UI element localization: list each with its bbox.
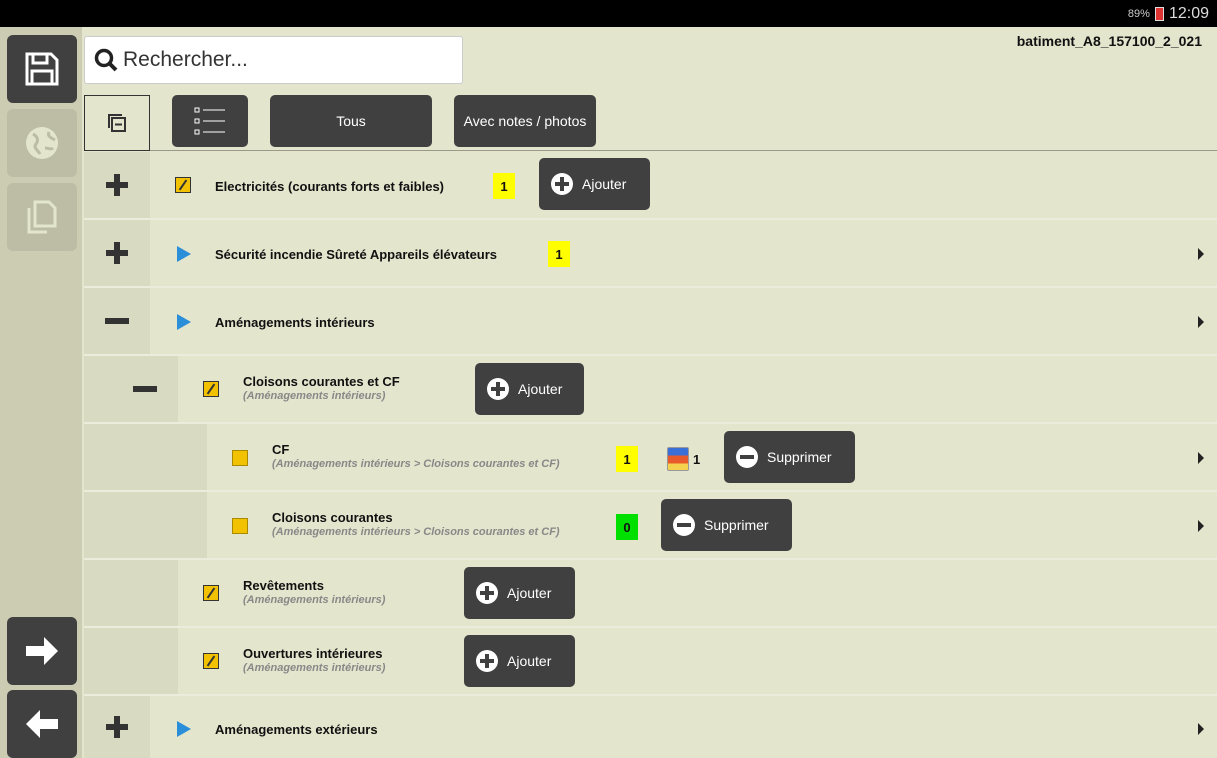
add-button[interactable]: Ajouter: [475, 363, 584, 415]
add-button-label: Ajouter: [518, 381, 563, 397]
list-item[interactable]: Cloisons courantes (Aménagements intérie…: [84, 492, 1217, 560]
filter-all-button[interactable]: Tous: [270, 95, 432, 147]
plus-circle-icon: [487, 378, 509, 400]
item-label: Aménagements intérieurs: [215, 315, 375, 330]
item-path: (Aménagements intérieurs > Cloisons cour…: [272, 458, 560, 470]
list-item[interactable]: Ouvertures intérieures (Aménagements int…: [84, 628, 1217, 696]
toolbar: Tous Avec notes / photos: [84, 95, 1217, 151]
count-badge: 0: [616, 514, 638, 540]
add-button-label: Ajouter: [507, 585, 552, 601]
item-path: (Aménagements intérieurs > Cloisons cour…: [272, 526, 560, 538]
globe-icon: [26, 127, 58, 159]
status-bar: 89% 12:09: [0, 0, 1217, 27]
copy-icon: [27, 200, 57, 234]
add-button[interactable]: Ajouter: [539, 158, 650, 210]
add-button[interactable]: Ajouter: [464, 635, 575, 687]
photo-count: 1: [693, 452, 701, 467]
globe-button[interactable]: [7, 109, 77, 177]
count-badge: 1: [616, 446, 638, 472]
copy-button[interactable]: [7, 183, 77, 251]
edit-icon: [203, 585, 219, 601]
minus-icon: [133, 386, 157, 392]
search-icon: [94, 48, 118, 72]
chevron-right-icon[interactable]: [1198, 723, 1204, 735]
delete-button[interactable]: Supprimer: [661, 499, 792, 551]
checkbox-icon: [232, 450, 248, 466]
battery-icon: [1154, 6, 1164, 21]
delete-button-label: Supprimer: [767, 449, 832, 465]
battery-level: 89%: [1127, 7, 1150, 20]
edit-icon: [203, 653, 219, 669]
chevron-right-icon[interactable]: [1198, 248, 1204, 260]
next-button[interactable]: [7, 617, 77, 685]
edit-icon: [203, 381, 219, 397]
file-name: batiment_A8_157100_2_021: [1016, 33, 1202, 49]
delete-button-label: Supprimer: [704, 517, 769, 533]
list-item[interactable]: Sécurité incendie Sûreté Appareils éléva…: [84, 220, 1217, 288]
plus-icon: [106, 174, 128, 196]
arrow-right-icon: [26, 637, 58, 665]
list-item[interactable]: Revêtements (Aménagements intérieurs) Aj…: [84, 560, 1217, 628]
plus-icon: [106, 716, 128, 738]
item-path: (Aménagements intérieurs): [243, 594, 386, 606]
list-item[interactable]: Aménagements intérieurs: [84, 288, 1217, 356]
expand-button[interactable]: [84, 220, 150, 286]
expand-button[interactable]: [84, 152, 150, 218]
list-item[interactable]: Electricités (courants forts et faibles)…: [84, 152, 1217, 220]
chevron-right-icon[interactable]: [1198, 452, 1204, 464]
left-sidebar: [0, 27, 82, 758]
item-label: Aménagements extérieurs: [215, 722, 378, 737]
item-label: Cloisons courantes: [272, 510, 393, 525]
arrow-left-icon: [26, 710, 58, 738]
item-path: (Aménagements intérieurs): [243, 390, 386, 402]
minus-circle-icon: [736, 446, 758, 468]
item-label: Cloisons courantes et CF: [243, 374, 400, 389]
list-view-button[interactable]: [172, 95, 248, 147]
expand-button[interactable]: [84, 696, 150, 758]
collapse-all-button[interactable]: [84, 95, 150, 151]
play-icon: [177, 721, 191, 737]
collapse-button[interactable]: [112, 356, 178, 422]
plus-circle-icon: [551, 173, 573, 195]
search-placeholder: Rechercher...: [123, 48, 248, 71]
chevron-right-icon[interactable]: [1198, 520, 1204, 532]
item-label: Ouvertures intérieures: [243, 646, 383, 661]
delete-button[interactable]: Supprimer: [724, 431, 855, 483]
list-item[interactable]: Aménagements extérieurs: [84, 696, 1217, 758]
save-icon: [25, 52, 59, 86]
item-label: Electricités (courants forts et faibles): [215, 179, 445, 194]
minus-icon: [105, 318, 129, 324]
plus-circle-icon: [476, 582, 498, 604]
edit-icon: [175, 177, 191, 193]
item-label: Sécurité incendie Sûreté Appareils éléva…: [215, 247, 498, 262]
list-item[interactable]: CF (Aménagements intérieurs > Cloisons c…: [84, 424, 1217, 492]
item-path: (Aménagements intérieurs): [243, 662, 386, 674]
checkbox-icon: [232, 518, 248, 534]
play-icon: [177, 246, 191, 262]
clock: 12:09: [1168, 4, 1209, 22]
add-button[interactable]: Ajouter: [464, 567, 575, 619]
chevron-right-icon[interactable]: [1198, 316, 1204, 328]
photo-icon: [667, 447, 689, 471]
collapse-icon: [108, 114, 126, 132]
minus-circle-icon: [673, 514, 695, 536]
count-badge: 1: [548, 241, 570, 267]
search-input[interactable]: Rechercher...: [84, 36, 463, 84]
plus-circle-icon: [476, 650, 498, 672]
save-button[interactable]: [7, 35, 77, 103]
add-button-label: Ajouter: [582, 176, 627, 192]
count-badge: 1: [493, 173, 515, 199]
item-label: CF: [272, 442, 290, 457]
play-icon: [177, 314, 191, 330]
item-label: Revêtements: [243, 578, 324, 593]
filter-notes-photos-button[interactable]: Avec notes / photos: [454, 95, 596, 147]
list-item[interactable]: Cloisons courantes et CF (Aménagements i…: [84, 356, 1217, 424]
back-button[interactable]: [7, 690, 77, 758]
add-button-label: Ajouter: [507, 653, 552, 669]
plus-icon: [106, 242, 128, 264]
list-icon: [194, 107, 225, 135]
collapse-button[interactable]: [84, 288, 150, 354]
